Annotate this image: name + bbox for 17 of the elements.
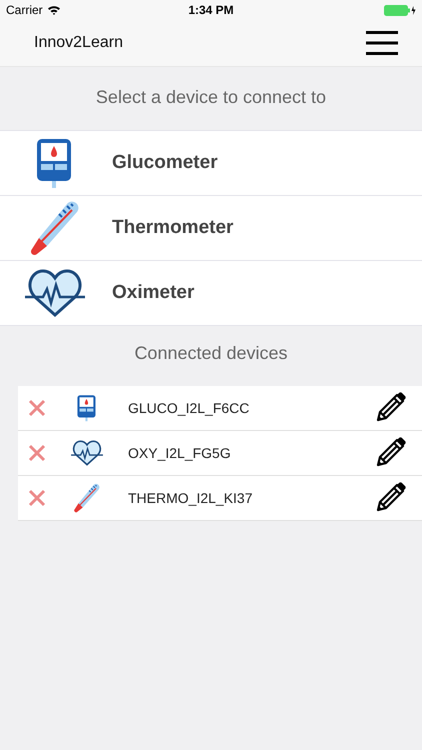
carrier-label: Carrier xyxy=(6,3,43,17)
device-name: OXY_I2L_FG5G xyxy=(128,445,232,461)
section-heading: Connected devices xyxy=(133,342,289,365)
edit-icon[interactable] xyxy=(374,437,406,469)
device-name: THERMO_I2L_KI37 xyxy=(128,490,254,506)
menu-icon[interactable] xyxy=(366,31,398,55)
device-option[interactable]: Glucometer xyxy=(0,131,422,196)
section-heading: Select a device to connect to xyxy=(94,86,328,109)
device-name: GLUCO_I2L_F6CC xyxy=(128,400,250,416)
clock-time: 1:34 PM xyxy=(188,3,234,17)
edit-icon[interactable] xyxy=(374,392,406,424)
wifi-icon xyxy=(46,5,61,15)
edit-icon[interactable] xyxy=(374,482,406,514)
battery-icon xyxy=(384,4,416,16)
device-option[interactable]: Oximeter xyxy=(0,261,422,326)
app-title: Innov2Learn xyxy=(34,34,123,52)
device-option[interactable]: Thermometer xyxy=(0,196,422,261)
